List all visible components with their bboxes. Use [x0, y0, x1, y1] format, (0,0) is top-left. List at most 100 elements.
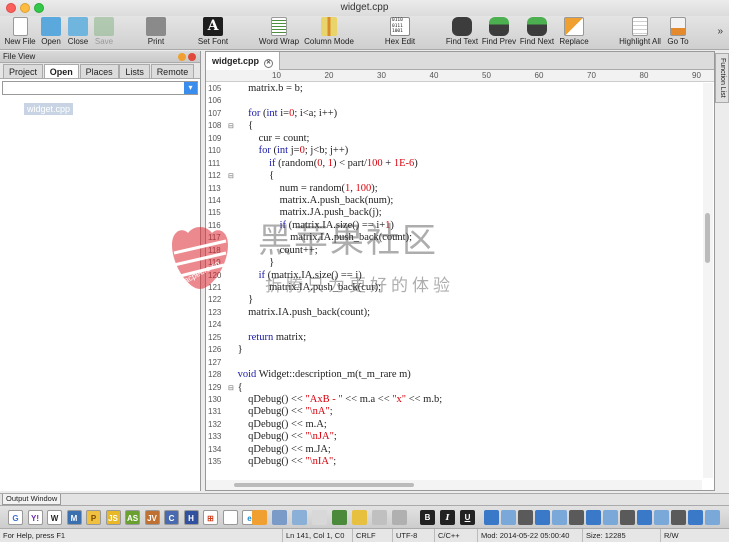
status-line-ending[interactable]: CRLF — [352, 529, 376, 542]
save-button[interactable]: Save — [92, 16, 116, 50]
tab-lists[interactable]: Lists — [119, 64, 150, 78]
tool-icon[interactable] — [352, 510, 367, 525]
fold-toggle-icon[interactable]: ⊟ — [228, 170, 235, 182]
hex-edit-button[interactable]: 0110 0111 1001 Hex Edit — [384, 16, 416, 50]
code-line[interactable]: 118 count++; — [206, 245, 702, 257]
code-line[interactable]: 130 qDebug() << "AxB - " << m.a << "x" <… — [206, 394, 702, 406]
status-syntax[interactable]: C/C++ — [434, 529, 460, 542]
code-line[interactable]: 131 qDebug() << "\nA"; — [206, 406, 702, 418]
find-next-button[interactable]: Find Next — [519, 16, 555, 50]
tab-remote[interactable]: Remote — [150, 64, 195, 78]
output-window-tab[interactable]: Output Window — [2, 494, 62, 505]
php-icon[interactable]: P — [86, 510, 101, 525]
js-icon[interactable]: JS — [105, 510, 121, 525]
code-line[interactable]: 111 if (random(0, 1) < part/100 + 1E-6) — [206, 158, 702, 170]
tool-icon[interactable] — [372, 510, 387, 525]
format-tool-icon[interactable] — [552, 510, 567, 525]
code-line[interactable]: 122 } — [206, 294, 702, 306]
goto-button[interactable]: Go To — [665, 16, 691, 50]
html-icon[interactable]: H — [183, 510, 199, 525]
find-prev-button[interactable]: Find Prev — [481, 16, 517, 50]
file-view-close-button[interactable] — [188, 53, 196, 61]
code-line[interactable]: 121 matrix.IA.push_back(cur); — [206, 282, 702, 294]
code-line[interactable]: 132 qDebug() << m.A; — [206, 419, 702, 431]
code-line[interactable]: 127 — [206, 357, 702, 369]
fold-toggle-icon[interactable]: ⊟ — [228, 120, 235, 132]
tool-icon[interactable] — [292, 510, 307, 525]
windows-icon[interactable]: ⊞ — [203, 510, 218, 525]
chevron-down-icon[interactable]: ▾ — [184, 82, 197, 94]
code-line[interactable]: 113 num = random(1, 100); — [206, 183, 702, 195]
code-line[interactable]: 112 ⊟ { — [206, 170, 702, 182]
tool-icon[interactable] — [392, 510, 407, 525]
css-icon[interactable]: C — [164, 510, 179, 525]
word-wrap-button[interactable]: Word Wrap — [258, 16, 300, 50]
open-file-item[interactable]: widget.cpp — [24, 103, 74, 115]
code-line[interactable]: 124 — [206, 319, 702, 331]
code-line[interactable]: 120 if (matrix.IA.size() == i) — [206, 270, 702, 282]
highlight-all-button[interactable]: Highlight All — [617, 16, 663, 50]
code-line[interactable]: 114 matrix.A.push_back(num); — [206, 195, 702, 207]
format-tool-icon[interactable] — [671, 510, 686, 525]
code-line[interactable]: 128 void Widget::description_m(t_m_rare … — [206, 369, 702, 381]
vertical-scrollbar[interactable] — [703, 83, 713, 478]
horizontal-scrollbar[interactable] — [206, 480, 702, 490]
java-icon[interactable]: JV — [144, 510, 160, 525]
tab-open[interactable]: Open — [43, 64, 79, 78]
format-tool-icon[interactable] — [688, 510, 703, 525]
tool-icon[interactable] — [312, 510, 327, 525]
code-line[interactable]: 107 for (int i=0; i<a; i++) — [206, 108, 702, 120]
format-tool-icon[interactable] — [484, 510, 499, 525]
format-tool-icon[interactable] — [586, 510, 601, 525]
wikipedia-icon[interactable]: W — [47, 510, 62, 525]
code-line[interactable]: 133 qDebug() << "\nJA"; — [206, 431, 702, 443]
open-button[interactable]: Open — [38, 16, 64, 50]
apple-icon[interactable] — [222, 510, 238, 525]
underline-button[interactable]: U — [460, 510, 475, 525]
code-line[interactable]: 119 } — [206, 257, 702, 269]
minimize-window-button[interactable] — [20, 3, 30, 13]
tool-icon[interactable] — [332, 510, 347, 525]
format-tool-icon[interactable] — [518, 510, 533, 525]
format-tool-icon[interactable] — [501, 510, 516, 525]
replace-button[interactable]: Replace — [558, 16, 590, 50]
code-line[interactable]: 106 — [206, 95, 702, 107]
code-area[interactable]: 105 matrix.b = b; 106 107 for (int i=0; i<… — [206, 83, 702, 478]
close-window-button[interactable] — [6, 3, 16, 13]
print-button[interactable]: Print — [143, 16, 169, 50]
code-line[interactable]: 126 } — [206, 344, 702, 356]
toolbar-overflow-chevron-icon[interactable]: » — [717, 26, 723, 37]
find-text-button[interactable]: Find Text — [445, 16, 479, 50]
horizontal-scroll-thumb[interactable] — [234, 483, 414, 487]
set-font-button[interactable]: A Set Font — [196, 16, 230, 50]
close-tab-icon[interactable]: ✕ — [264, 59, 273, 68]
status-encoding[interactable]: UTF-8 — [392, 529, 417, 542]
asp-icon[interactable]: AS — [125, 510, 140, 525]
zoom-window-button[interactable] — [34, 3, 44, 13]
format-tool-icon[interactable] — [620, 510, 635, 525]
code-line[interactable]: 108 ⊟ { — [206, 120, 702, 132]
column-mode-button[interactable]: Column Mode — [302, 16, 356, 50]
function-list-tab[interactable]: Function List — [715, 53, 729, 103]
file-filter-select[interactable]: ▾ — [2, 81, 198, 95]
tab-project[interactable]: Project — [3, 64, 44, 78]
code-line[interactable]: 116 if (matrix.IA.size() == i+1) — [206, 220, 702, 232]
yahoo-icon[interactable]: Y! — [27, 510, 43, 525]
editor-tab-widget-cpp[interactable]: widget.cpp ✕ — [206, 52, 280, 70]
new-file-button[interactable]: New File — [4, 16, 36, 50]
format-tool-icon[interactable] — [535, 510, 550, 525]
close-button[interactable]: Close — [65, 16, 91, 50]
code-line[interactable]: 117 matrix.IA.push_back(count); — [206, 232, 702, 244]
format-tool-icon[interactable] — [705, 510, 720, 525]
format-tool-icon[interactable] — [569, 510, 584, 525]
tool-icon[interactable] — [252, 510, 267, 525]
code-line[interactable]: 123 matrix.IA.push_back(count); — [206, 307, 702, 319]
format-tool-icon[interactable] — [637, 510, 652, 525]
code-line[interactable]: 109 cur = count; — [206, 133, 702, 145]
bold-button[interactable]: B — [420, 510, 435, 525]
file-view-minimize-button[interactable] — [178, 53, 186, 61]
code-line[interactable]: 125 return matrix; — [206, 332, 702, 344]
tool-icon[interactable] — [272, 510, 287, 525]
italic-button[interactable]: I — [440, 510, 455, 525]
format-tool-icon[interactable] — [603, 510, 618, 525]
